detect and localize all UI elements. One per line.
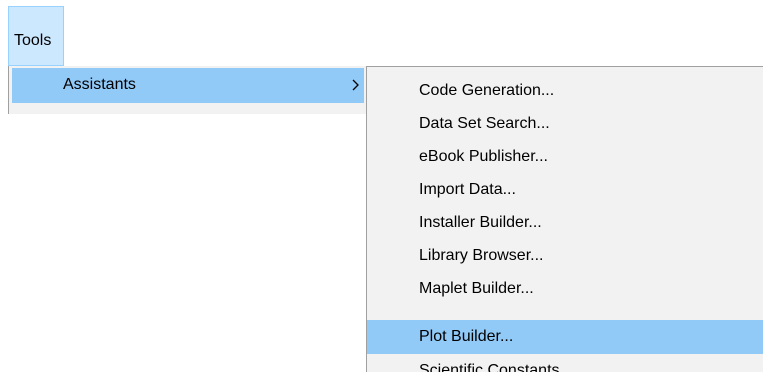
menu-item-import-data[interactable]: Import Data... [367, 173, 763, 206]
assistants-submenu: Code Generation... Data Set Search... eB… [366, 66, 763, 372]
menu-item-maplet-builder[interactable]: Maplet Builder... [367, 272, 763, 305]
menu-item-label: eBook Publisher... [419, 148, 548, 165]
tools-menu: Assistants [8, 66, 368, 114]
menu-item-label: Import Data... [419, 181, 516, 198]
menubar-tools-label: Tools [14, 32, 52, 49]
menu-item-assistants-label: Assistants [63, 76, 136, 93]
chevron-right-icon [352, 79, 359, 91]
app-stage: Tools Assistants Code Generation... Data… [0, 0, 763, 372]
menu-item-label: Data Set Search... [419, 115, 550, 132]
menu-item-label: Library Browser... [419, 247, 544, 264]
menu-item-label: Maplet Builder... [419, 280, 534, 297]
menu-item-scientific-constants[interactable]: Scientific Constants... [367, 354, 763, 372]
menu-item-label: Installer Builder... [419, 214, 542, 231]
menu-item-data-set-search[interactable]: Data Set Search... [367, 107, 763, 140]
menu-item-label: Code Generation... [419, 82, 555, 99]
menu-item-plot-builder[interactable]: Plot Builder... [367, 320, 763, 354]
menubar-tools[interactable]: Tools [8, 6, 64, 66]
menu-item-label: Plot Builder... [419, 328, 514, 345]
menu-item-installer-builder[interactable]: Installer Builder... [367, 206, 763, 239]
menu-item-ebook-publisher[interactable]: eBook Publisher... [367, 140, 763, 173]
menu-item-library-browser[interactable]: Library Browser... [367, 239, 763, 272]
menu-item-assistants[interactable]: Assistants [12, 68, 364, 110]
menu-item-code-generation[interactable]: Code Generation... [367, 74, 763, 107]
menu-item-label: Scientific Constants... [419, 362, 573, 372]
